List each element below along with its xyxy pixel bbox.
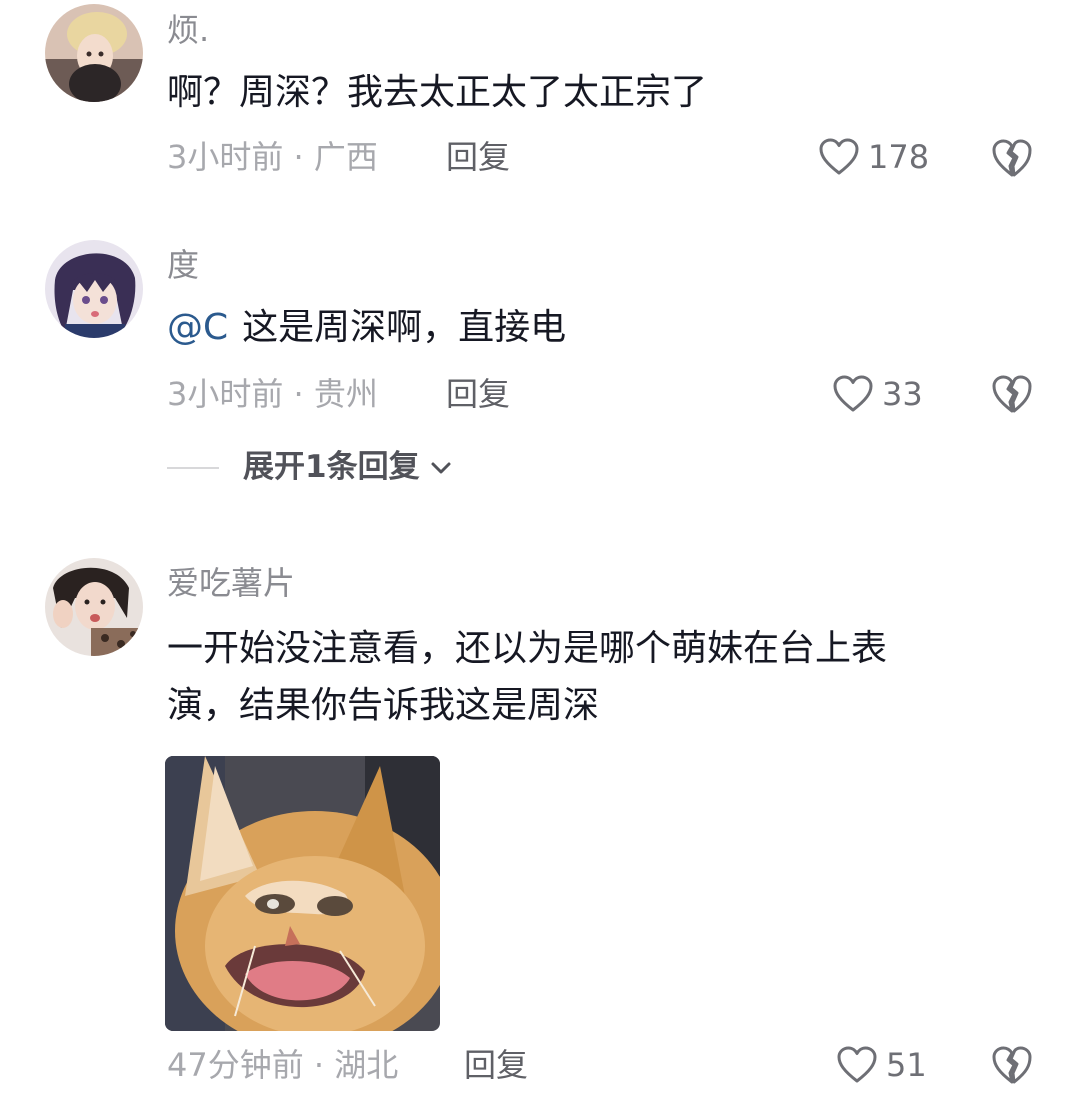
heart-outline-icon (837, 1046, 877, 1083)
like-button[interactable]: 51 (836, 1045, 927, 1085)
comment-time: 47分钟前 (167, 1046, 304, 1084)
comment-text: 一开始没注意看，还以为是哪个萌妹在台上表 演，结果你告诉我这是周深 (167, 620, 1007, 734)
comment-meta: 47分钟前 · 湖北 (167, 1049, 398, 1081)
meta-separator: · (303, 1046, 335, 1084)
like-count: 51 (886, 1046, 927, 1084)
cat-meme-sticker[interactable] (165, 756, 440, 1031)
avatar-image (45, 558, 143, 656)
comment-item: 爱吃薯片 一开始没注意看，还以为是哪个萌妹在台上表 演，结果你告诉我这是周深 4… (0, 0, 1080, 1118)
comment-location: 湖北 (334, 1046, 399, 1084)
comment-text-line: 一开始没注意看，还以为是哪个萌妹在台上表 (167, 628, 888, 669)
username[interactable]: 爱吃薯片 (167, 567, 295, 599)
avatar[interactable] (45, 558, 143, 656)
dislike-button[interactable] (990, 1044, 1034, 1090)
reply-button[interactable]: 回复 (464, 1049, 528, 1081)
sticker-image (165, 756, 440, 1031)
comment-text-line: 演，结果你告诉我这是周深 (167, 685, 600, 726)
broken-heart-icon (992, 1046, 1032, 1084)
